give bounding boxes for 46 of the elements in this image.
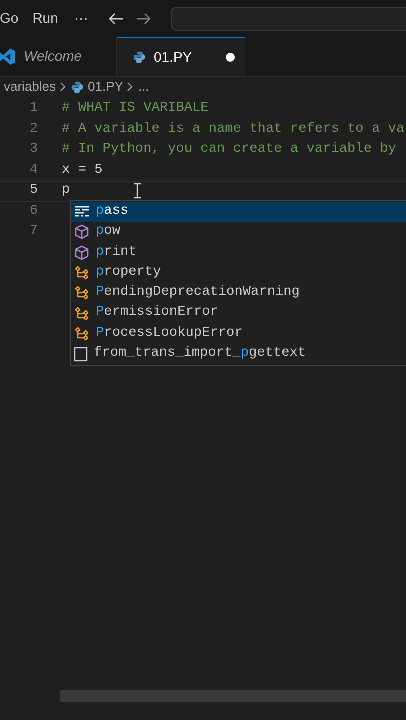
back-arrow-icon[interactable] — [108, 12, 124, 26]
breadcrumb-item[interactable]: ... — [138, 77, 150, 97]
forward-arrow-icon[interactable] — [136, 12, 152, 26]
suggestion-item[interactable]: ProcessLookupError — [71, 324, 406, 344]
line-number: 5 — [28, 182, 38, 200]
line-number: 1 — [28, 100, 38, 118]
suggestion-item[interactable]: PermissionError — [71, 303, 406, 324]
line-number: 7 — [28, 223, 38, 242]
suggestion-item[interactable]: property — [71, 262, 406, 284]
python-icon — [71, 80, 84, 94]
breadcrumb-item[interactable]: 01.PY — [88, 77, 124, 97]
breadcrumb-item[interactable]: variables — [4, 77, 56, 97]
suggestion-item[interactable]: print — [71, 242, 406, 263]
menu-item[interactable]: Go — [0, 8, 19, 29]
code-comment: # A variable is a name that refers to a va — [62, 120, 405, 139]
class-icon — [74, 326, 90, 342]
python-icon — [133, 50, 146, 64]
horizontal-scrollbar[interactable] — [60, 690, 406, 702]
class-icon — [74, 265, 90, 282]
suggestion-item[interactable]: pow — [71, 222, 406, 243]
class-icon — [74, 306, 90, 322]
code-line: x = 5 — [62, 162, 103, 180]
editor-tab[interactable]: 01.PY — [117, 37, 245, 76]
suggestion-item[interactable]: PendingDeprecationWarning — [71, 283, 406, 304]
keyword-icon — [74, 205, 90, 220]
chevron-icon — [127, 82, 134, 92]
editor-tab[interactable]: Welcome — [0, 37, 117, 76]
cube-icon — [74, 224, 90, 240]
chevron-icon — [60, 82, 68, 92]
text-cursor-icon — [134, 183, 141, 199]
logo-icon — [0, 48, 16, 66]
line-number: 2 — [28, 120, 38, 139]
line-number: 3 — [28, 141, 38, 160]
code-comment: # WHAT IS VARIBALE — [62, 100, 209, 118]
suggestion-item[interactable]: pass — [71, 202, 406, 222]
suggestion-item[interactable]: from_trans_import_pgettext — [71, 344, 406, 364]
text-icon — [74, 346, 88, 362]
code-line: p — [62, 182, 70, 200]
menu-item[interactable]: Run — [32, 8, 58, 29]
more-menu[interactable]: ··· — [74, 8, 88, 29]
cube-icon — [74, 244, 90, 261]
line-number: 6 — [28, 202, 38, 221]
search-field[interactable] — [171, 6, 406, 30]
class-icon — [74, 285, 90, 302]
line-number: 4 — [28, 162, 38, 180]
code-comment: # In Python, you can create a variable by — [62, 141, 396, 160]
